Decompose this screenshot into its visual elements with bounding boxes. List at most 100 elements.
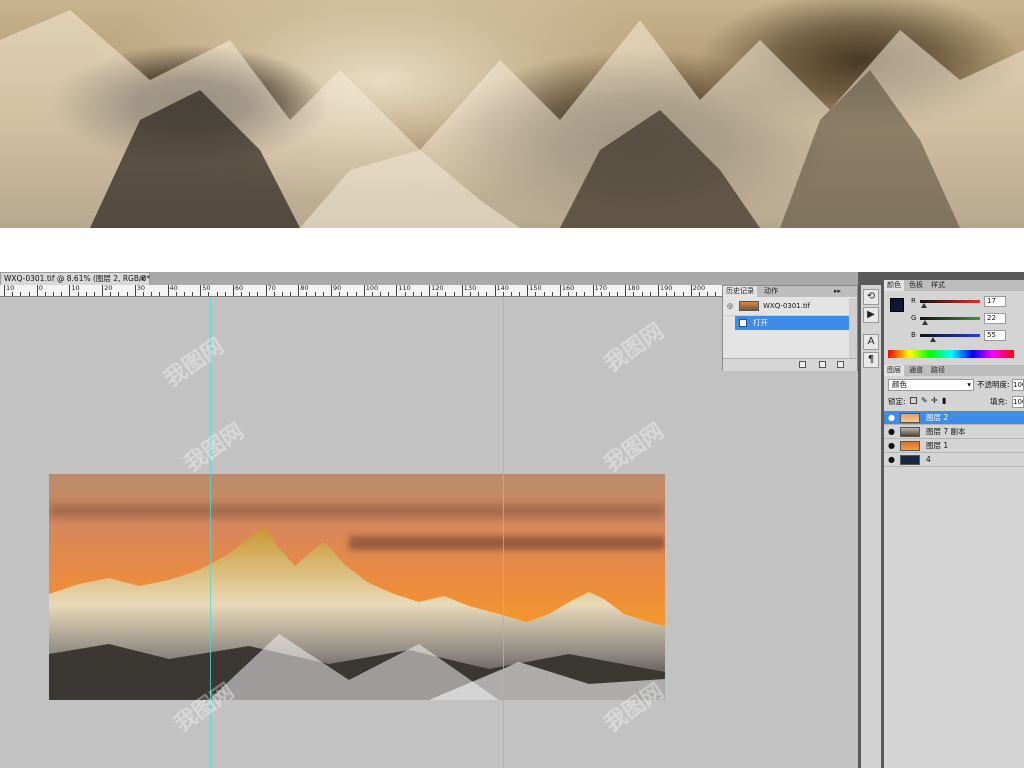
ruler-label: 200 (692, 284, 706, 292)
ruler-minor-tick (61, 292, 63, 296)
eye-icon[interactable]: ● (888, 442, 895, 450)
lock-transparency-icon[interactable] (910, 397, 917, 404)
layer-row[interactable]: ● 图层 1 (884, 439, 1024, 453)
history-brush-icon[interactable]: ◎ (727, 302, 733, 310)
tab-swatches[interactable]: 色板 (906, 280, 926, 291)
tab-paths[interactable]: 路径 (928, 365, 948, 376)
ruler-label: 10 (71, 284, 80, 292)
layer-row[interactable]: ● 图层 2 (884, 411, 1024, 425)
trash-icon[interactable] (837, 361, 844, 368)
opacity-input[interactable]: 100 (1012, 379, 1024, 391)
ruler-tick (396, 285, 398, 296)
ruler-minor-tick (175, 292, 177, 296)
foreground-color-swatch[interactable] (890, 298, 904, 312)
ruler-minor-tick (707, 292, 709, 296)
lock-all-icon[interactable]: ▮ (942, 396, 946, 405)
ruler-tick (494, 285, 496, 296)
ruler-minor-tick (249, 292, 251, 296)
lock-pixels-icon[interactable]: ✎ (921, 396, 928, 405)
history-item[interactable]: 打开 (735, 316, 849, 330)
ruler-minor-tick (608, 292, 610, 296)
camera-icon[interactable] (819, 361, 826, 368)
ruler-tick (36, 285, 38, 296)
history-scrollbar[interactable] (849, 298, 857, 358)
horizontal-ruler: 10 0 10 20 30 40 50 60 70 80 90 100 110 120 130 140 150 1… (0, 285, 722, 297)
green-value-input[interactable]: 22 (984, 313, 1006, 324)
ruler-minor-tick (600, 292, 602, 296)
ruler-label: 90 (333, 284, 342, 292)
ruler-minor-tick (469, 292, 471, 296)
ruler-minor-tick (478, 292, 480, 296)
panel-menu-icon[interactable]: ▸▸ (831, 286, 845, 297)
ruler-label: 30 (136, 284, 146, 292)
ruler-label: 0 (38, 284, 43, 292)
ruler-minor-tick (306, 292, 308, 296)
ruler-label: 130 (463, 284, 477, 292)
eye-icon[interactable]: ● (888, 414, 895, 422)
document-image[interactable] (49, 474, 665, 700)
ruler-tick (200, 285, 202, 296)
ruler-label: 100 (365, 284, 379, 292)
layer-row[interactable]: ● 图层 7 副本 (884, 425, 1024, 439)
document-tab-label: WXQ-0301.tif @ 8.61% (图层 2, RGB/8*) (4, 274, 153, 283)
ruler-minor-tick (633, 292, 635, 296)
slider-thumb[interactable] (922, 320, 929, 325)
ruler-label: 70 (267, 284, 276, 292)
ruler-minor-tick (551, 292, 553, 296)
ruler-minor-tick (347, 292, 349, 296)
color-spectrum-bar[interactable] (888, 350, 1014, 358)
blend-mode-select[interactable]: 颜色 ▾ (888, 379, 974, 391)
ruler-minor-tick (568, 292, 570, 296)
layer-name: 图层 2 (926, 413, 949, 422)
tab-layers[interactable]: 图层 (884, 365, 904, 376)
ruler-minor-tick (412, 292, 414, 296)
guide-line[interactable] (210, 297, 211, 768)
ruler-minor-tick (85, 292, 87, 296)
color-panel-tabs: 颜色 色板 样式 (884, 280, 1024, 291)
slider-thumb[interactable] (921, 303, 927, 308)
history-snapshot[interactable]: ◎ WXQ-0301.tif (723, 298, 857, 316)
tab-color[interactable]: 颜色 (884, 280, 904, 291)
ruler-label: 120 (431, 284, 444, 292)
layer-row[interactable]: ● 4 (884, 453, 1024, 467)
tab-channels[interactable]: 通道 (906, 365, 926, 376)
ruler-minor-tick (584, 292, 586, 296)
ruler-tick (232, 285, 234, 296)
character-icon[interactable]: A (863, 334, 879, 350)
lock-position-icon[interactable]: ✛ (931, 396, 938, 405)
ruler-minor-tick (183, 292, 185, 296)
ruler-tick (559, 285, 561, 296)
history-panel-tabs: 历史记录 动作 ▸▸ (723, 286, 857, 297)
eye-icon[interactable]: ● (888, 456, 895, 464)
guide-line[interactable] (503, 297, 504, 768)
dock-header (884, 272, 1024, 280)
ruler-minor-tick (519, 292, 521, 296)
ruler-minor-tick (486, 292, 488, 296)
ruler-tick (592, 285, 594, 296)
red-value-input[interactable]: 17 (984, 296, 1006, 307)
blue-slider[interactable] (920, 334, 980, 342)
ruler-label: 110 (398, 284, 411, 292)
ruler-minor-tick (445, 292, 447, 296)
fill-input[interactable]: 100 (1012, 396, 1024, 408)
ruler-tick (265, 285, 267, 296)
blend-mode-value: 颜色 (892, 380, 907, 389)
eye-icon[interactable]: ● (888, 428, 895, 436)
ruler-minor-tick (273, 292, 275, 296)
ruler-tick (331, 285, 332, 296)
ruler-minor-tick (224, 292, 226, 296)
red-channel-label: R (911, 297, 916, 305)
blue-value-input[interactable]: 55 (984, 330, 1006, 341)
tab-history[interactable]: 历史记录 (723, 286, 757, 297)
red-slider[interactable] (920, 300, 980, 308)
ruler-tick (4, 285, 5, 296)
paragraph-icon[interactable]: ¶ (863, 352, 879, 368)
history-brush-icon[interactable]: ⟲ (863, 289, 879, 305)
tab-styles[interactable]: 样式 (928, 280, 948, 291)
new-document-icon[interactable] (799, 361, 806, 368)
lock-label: 锁定: (888, 397, 906, 406)
play-icon[interactable]: ▶ (863, 307, 879, 323)
tab-actions[interactable]: 动作 (761, 286, 781, 297)
green-slider[interactable] (920, 317, 980, 325)
slider-thumb[interactable] (929, 337, 936, 342)
